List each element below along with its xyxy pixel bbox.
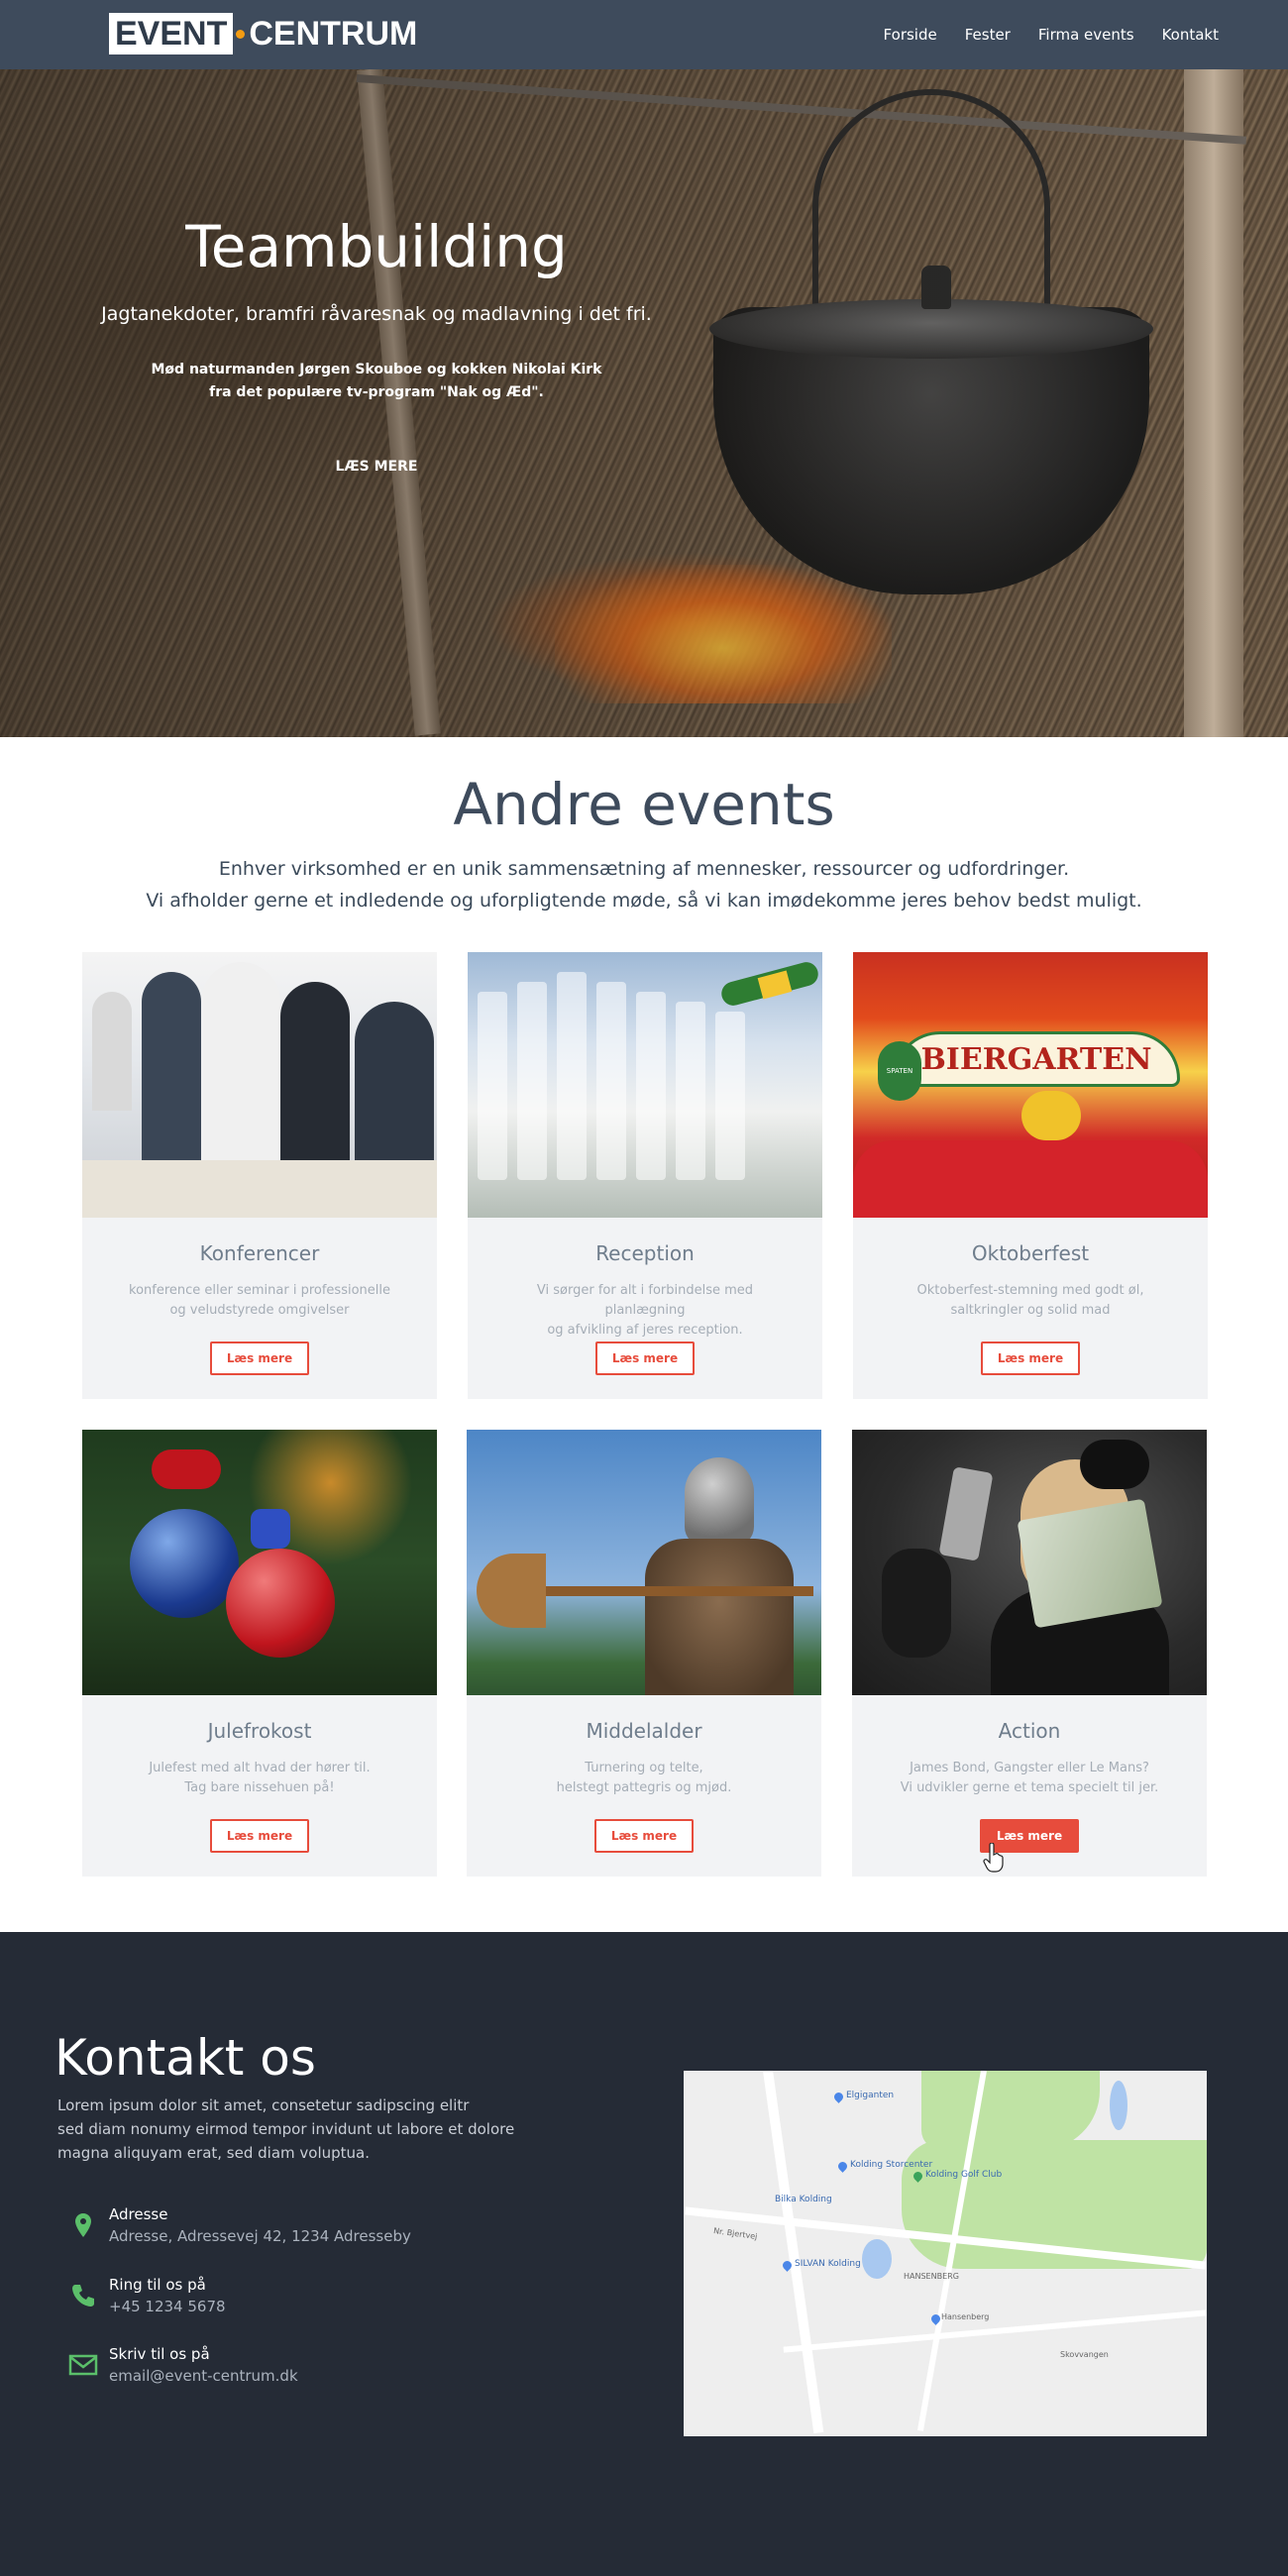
card-text: Turnering og telte, helstegt pattegris o… [496,1759,792,1798]
event-card-reception: Reception Vi sørger for alt i forbindels… [468,952,822,1399]
nav-link-firma-events[interactable]: Firma events [1038,26,1134,44]
contact-label: Skriv til os på [109,2345,210,2363]
events-title: Andre events [453,771,835,838]
map-label: Bilka Kolding [775,2195,832,2204]
map-pin-icon [67,2209,99,2241]
contact-lead-line2: sed diam nonumy eirmod tempor invidunt u… [57,2120,515,2138]
event-card-julefrokost: Julefrokost Julefest med alt hvad der hø… [82,1430,437,1877]
card-text-line1: Vi sørger for alt i forbindelse med plan… [536,1283,754,1318]
map-label: Kolding Golf Club [925,2170,1003,2180]
nav-link-forside[interactable]: Forside [884,26,937,44]
map-road [783,2309,1207,2353]
map-label: Skovvangen [1060,2350,1109,2359]
contact-phone: Ring til os på +45 1234 5678 [67,2276,563,2321]
map-park [921,2071,1100,2150]
card-text-line2: Tag bare nissehuen på! [184,1780,335,1795]
contact-address: Adresse Adresse, Adressevej 42, 1234 Adr… [67,2205,563,2251]
logo[interactable]: EVENT CENTRUM [109,12,417,55]
logo-centrum-text: CENTRUM [249,14,418,53]
phone-icon [67,2280,99,2311]
navbar: EVENT CENTRUM Forside Fester Firma event… [0,0,1288,69]
map-lake [862,2239,892,2279]
card-text: Vi sørger for alt i forbindelse med plan… [497,1281,793,1341]
card-text-line2: helstegt pattegris og mjød. [556,1780,732,1795]
map-pin-icon[interactable] [836,2160,849,2173]
card-title: Oktoberfest [971,1241,1090,1265]
card-text: Julefest med alt hvad der hører til. Tag… [112,1759,407,1798]
event-card-konferencer: Konferencer konference eller seminar i p… [82,952,437,1399]
map-label: Nr. Bjertvej [712,2225,758,2242]
read-more-button[interactable]: Læs mere [210,1342,309,1375]
card-title: Konferencer [199,1241,320,1265]
contact-lead: Lorem ipsum dolor sit amet, consetetur s… [57,2093,523,2165]
card-text-line2: saltkringler og solid mad [950,1303,1111,1318]
map-road [763,2071,824,2434]
nav-menu: Forside Fester Firma events Kontakt [856,0,1219,69]
hero-subtitle: Jagtanekdoter, bramfri råvaresnak og mad… [101,303,652,325]
card-text-line1: konference eller seminar i professionell… [129,1283,390,1298]
card-text: konference eller seminar i professionell… [112,1281,407,1321]
oktoberfest-sign: BIERGARTEN [893,1031,1180,1087]
hero-read-more-button[interactable]: LÆS MERE [317,452,436,482]
hero-description-line1: Mød naturmanden Jørgen Skouboe og kokken… [151,362,602,377]
konferencer-image [82,952,437,1218]
event-card-middelalder: Middelalder Turnering og telte, helstegt… [467,1430,821,1877]
events-intro-line2: Vi afholder gerne et indledende og uforp… [146,890,1142,912]
read-more-button[interactable]: Læs mere [594,1819,694,1853]
map-pin-icon[interactable] [832,2091,845,2103]
card-text-line2: Vi udvikler gerne et tema specielt til j… [900,1780,1159,1795]
contact-value: Adresse, Adressevej 42, 1234 Adresseby [109,2227,411,2245]
map-label: Elgiganten [846,2091,895,2100]
card-title: Julefrokost [207,1719,312,1743]
contact-label: Ring til os på [109,2276,206,2294]
hero-description-line2: fra det populære tv-program "Nak og Æd". [209,384,544,400]
contact-email: Skriv til os på email@event-centrum.dk [67,2345,563,2391]
contact-label: Adresse [109,2205,168,2223]
read-more-button[interactable]: Læs mere [595,1342,695,1375]
hero-title: Teambuilding [185,213,568,280]
oktoberfest-image: BIERGARTEN SPATEN [853,952,1208,1218]
map-label: Hansenberg [941,2312,990,2321]
card-title: Reception [595,1241,695,1265]
contact-value[interactable]: email@event-centrum.dk [109,2367,298,2385]
card-text-line1: Julefest med alt hvad der hører til. [149,1761,371,1775]
map-label: HANSENBERG [904,2272,959,2281]
hero-description: Mød naturmanden Jørgen Skouboe og kokken… [129,359,624,404]
hand-cursor-icon [983,1842,1005,1873]
map-label: Kolding Storcenter [850,2160,933,2170]
read-more-button[interactable]: Læs mere [981,1342,1080,1375]
action-image [852,1430,1207,1695]
card-text-line2: og veludstyrede omgivelser [169,1303,350,1318]
reception-image [468,952,822,1218]
card-text-line1: Turnering og telte, [585,1761,703,1775]
card-title: Middelalder [586,1719,702,1743]
contact-lead-line1: Lorem ipsum dolor sit amet, consetetur s… [57,2096,470,2114]
nav-link-fester[interactable]: Fester [965,26,1011,44]
map[interactable]: Elgiganten Kolding Storcenter Bilka Kold… [684,2071,1207,2436]
julefrokost-image [82,1430,437,1695]
nav-link-kontakt[interactable]: Kontakt [1162,26,1219,44]
card-text-line2: og afvikling af jeres reception. [547,1323,743,1338]
card-title: Action [998,1719,1061,1743]
logo-event-text: EVENT [109,13,234,54]
map-lake [1110,2081,1127,2130]
map-label: SILVAN Kolding [795,2259,861,2269]
card-text-line1: James Bond, Gangster eller Le Mans? [910,1761,1149,1775]
event-card-action: Action James Bond, Gangster eller Le Man… [852,1430,1207,1877]
middelalder-image [467,1430,821,1695]
card-text: Oktoberfest-stemning med godt øl, saltkr… [883,1281,1178,1321]
envelope-icon [67,2349,99,2381]
event-card-oktoberfest: BIERGARTEN SPATEN Oktoberfest Oktoberfes… [853,952,1208,1399]
events-intro-line1: Enhver virksomhed er en unik sammensætni… [218,858,1070,880]
contact-title: Kontakt os [54,2029,316,2087]
contact-value[interactable]: +45 1234 5678 [109,2298,226,2315]
logo-dot [236,29,246,39]
oktoberfest-brand-badge: SPATEN [878,1041,921,1101]
read-more-button[interactable]: Læs mere [210,1819,309,1853]
card-text: James Bond, Gangster eller Le Mans? Vi u… [882,1759,1177,1798]
contact-lead-line3: magna aliquyam erat, sed diam voluptua. [57,2144,370,2162]
card-text-line1: Oktoberfest-stemning med godt øl, [916,1283,1144,1298]
